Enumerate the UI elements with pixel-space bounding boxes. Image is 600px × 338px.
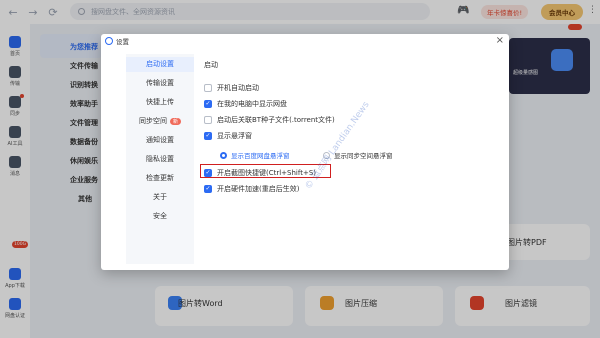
settings-tab-update[interactable]: 检查更新: [126, 173, 194, 183]
settings-tab-startup[interactable]: 启动设置: [126, 57, 194, 72]
checkbox-checked[interactable]: ✓: [204, 185, 212, 193]
settings-dialog: 设置 × 启动设置 传输设置 快捷上传 同步空间新 通知设置 隐私设置 检查更新…: [101, 34, 509, 270]
close-icon[interactable]: ×: [496, 34, 504, 47]
dialog-title: 设置: [116, 37, 129, 46]
settings-tab-quick-upload[interactable]: 快捷上传: [126, 97, 194, 107]
option-hardware-acceleration[interactable]: ✓ 开启硬件加速(重启后生效): [204, 184, 299, 194]
checkbox[interactable]: [204, 84, 212, 92]
settings-tab-security[interactable]: 安全: [126, 211, 194, 221]
dialog-header: 设置: [101, 34, 509, 47]
option-associate-bt[interactable]: 启动后关联BT种子文件(.torrent文件): [204, 115, 335, 125]
checkbox-checked[interactable]: ✓: [204, 132, 212, 140]
settings-tab-notification[interactable]: 通知设置: [126, 135, 194, 145]
option-floating-window[interactable]: ✓ 显示悬浮窗: [204, 131, 252, 141]
option-label: 在我的电脑中显示网盘: [217, 100, 287, 108]
checkbox[interactable]: [204, 116, 212, 124]
radio-selected[interactable]: [220, 151, 227, 159]
app-logo-icon: [105, 36, 113, 45]
settings-sidebar: 启动设置 传输设置 快捷上传 同步空间新 通知设置 隐私设置 检查更新 关于 安…: [126, 54, 194, 264]
option-show-in-computer[interactable]: ✓ 在我的电脑中显示网盘: [204, 99, 287, 109]
radio-baidu-floating[interactable]: 显示百度网盘悬浮窗: [220, 150, 290, 160]
settings-tab-about[interactable]: 关于: [126, 192, 194, 202]
section-title: 启动: [204, 61, 218, 69]
option-auto-start[interactable]: 开机自动启动: [204, 83, 259, 93]
checkbox-checked[interactable]: ✓: [204, 100, 212, 108]
settings-tab-sync-space[interactable]: 同步空间新: [126, 116, 194, 126]
settings-tab-transfer[interactable]: 传输设置: [126, 78, 194, 88]
new-badge: 新: [169, 118, 181, 125]
radio-label: 显示百度网盘悬浮窗: [231, 152, 290, 160]
watermark: © 蓝点网 Landian.News: [303, 100, 372, 192]
settings-tab-privacy[interactable]: 隐私设置: [126, 154, 194, 164]
option-label: 启动后关联BT种子文件(.torrent文件): [217, 116, 335, 124]
option-label: 显示悬浮窗: [217, 132, 252, 140]
settings-tab-label: 同步空间: [138, 117, 167, 125]
option-label: 开启硬件加速(重启后生效): [217, 185, 300, 193]
radio-label: 显示同步空间悬浮窗: [334, 152, 393, 160]
option-label: 开机自动启动: [217, 84, 259, 92]
